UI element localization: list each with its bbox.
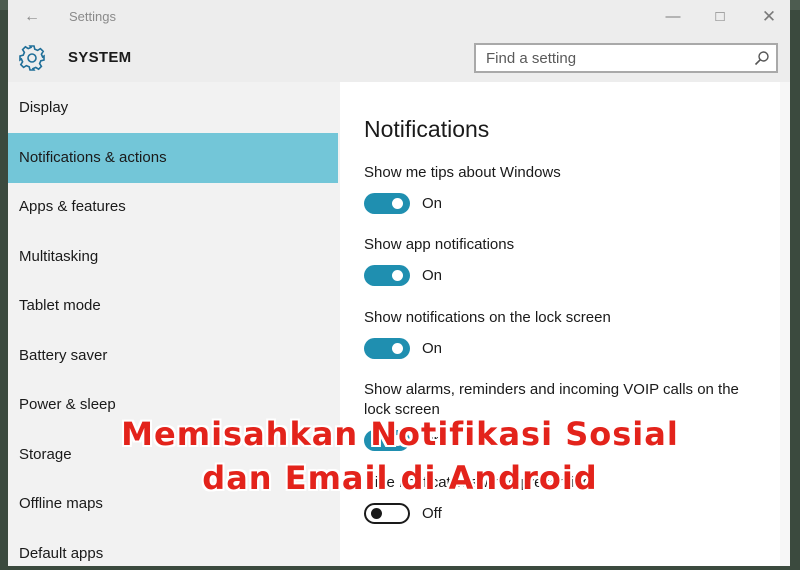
sidebar-item-display[interactable]: Display (8, 83, 338, 133)
back-arrow-icon[interactable]: ← (22, 8, 42, 26)
sidebar-item-notifications-actions[interactable]: Notifications & actions (8, 133, 338, 183)
sidebar-item-default-apps[interactable]: Default apps (8, 529, 338, 566)
toggle-state-presenting: Off (422, 505, 442, 522)
toggle-knob (392, 343, 403, 354)
toggle-tips[interactable] (364, 193, 410, 214)
overlay-title-line-2: dan Email di Android (202, 459, 598, 497)
window-title: Settings (69, 9, 116, 24)
toggle-knob (371, 508, 382, 519)
sidebar-item-battery-saver[interactable]: Battery saver (8, 331, 338, 381)
maximize-icon[interactable]: □ (709, 6, 731, 28)
settings-header: SYSTEM (8, 34, 790, 82)
minimize-icon[interactable]: — (662, 6, 684, 28)
gear-icon (19, 45, 45, 71)
toggle-presenting[interactable] (364, 503, 410, 524)
sidebar-item-apps-features[interactable]: Apps & features (8, 182, 338, 232)
section-title: SYSTEM (68, 49, 132, 66)
toggle-state-lock-screen: On (422, 340, 443, 357)
toggle-state-app-notifications: On (422, 267, 443, 284)
overlay-title-line-1: Memisahkan Notifikasi Sosial (121, 415, 679, 453)
close-icon[interactable]: ✕ (758, 6, 780, 28)
toggle-lock-screen[interactable] (364, 338, 410, 359)
search-input[interactable] (476, 45, 756, 71)
search-box[interactable] (474, 43, 778, 73)
toggle-knob (392, 198, 403, 209)
sidebar-item-multitasking[interactable]: Multitasking (8, 232, 338, 282)
toggle-knob (392, 270, 403, 281)
search-icon[interactable] (754, 50, 770, 66)
sidebar-item-tablet-mode[interactable]: Tablet mode (8, 281, 338, 331)
title-bar: ← Settings — □ ✕ (8, 0, 790, 34)
page-title: Notifications (364, 116, 490, 142)
toggle-app-notifications[interactable] (364, 265, 410, 286)
setting-label-tips: Show me tips about Windows (364, 164, 561, 181)
article-title-overlay: Memisahkan Notifikasi Sosial dan Email d… (0, 412, 800, 500)
setting-label-app-notifications: Show app notifications (364, 236, 515, 253)
setting-label-lock-screen: Show notifications on the lock screen (364, 309, 611, 326)
toggle-state-tips: On (422, 195, 443, 212)
